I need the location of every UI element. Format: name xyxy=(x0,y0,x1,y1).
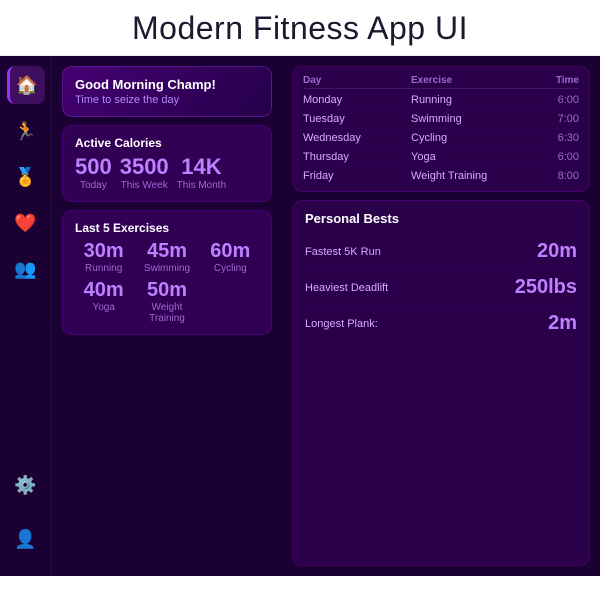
schedule-exercise-4: Yoga xyxy=(411,151,519,163)
pb-plank-label: Longest Plank: xyxy=(305,318,378,330)
app-container: 🏠 🏃 🏅 ❤️ 👥 ⚙️ 👤 Good Mo xyxy=(0,56,600,576)
exercise-swimming: 45m Swimming xyxy=(138,241,195,274)
schedule-time-4: 6:00 xyxy=(519,151,579,163)
sidebar-item-settings[interactable]: ⚙️ xyxy=(7,466,45,504)
exercises-grid: 30m Running 45m Swimming 60m Cycling 40m… xyxy=(75,241,259,324)
schedule-time-1: 6:00 xyxy=(519,94,579,106)
schedule-time-3: 6:30 xyxy=(519,132,579,144)
left-panel: Good Morning Champ! Time to seize the da… xyxy=(52,56,282,576)
calories-row: 500 Today 3500 This Week 14K This Month xyxy=(75,156,259,191)
schedule-day-3: Wednesday xyxy=(303,132,411,144)
schedule-day-1: Monday xyxy=(303,94,411,106)
schedule-day-2: Tuesday xyxy=(303,113,411,125)
calories-month: 14K This Month xyxy=(177,156,226,191)
last-exercises-card: Last 5 Exercises 30m Running 45m Swimmin… xyxy=(62,210,272,335)
exercise-weight-training-name: WeightTraining xyxy=(138,302,195,324)
exercise-swimming-name: Swimming xyxy=(138,263,195,274)
pb-plank-value: 2m xyxy=(548,312,577,335)
schedule-card: Day Exercise Time Monday Running 6:00 Tu… xyxy=(292,66,590,192)
exercise-cycling-time: 60m xyxy=(202,241,259,261)
heart-icon: ❤️ xyxy=(14,213,36,234)
activity-icon: 🏃 xyxy=(14,121,36,142)
schedule-time-2: 7:00 xyxy=(519,113,579,125)
calories-today: 500 Today xyxy=(75,156,112,191)
greeting-subtitle: Time to seize the day xyxy=(75,94,259,106)
personal-bests-card: Personal Bests Fastest 5K Run 20m Heavie… xyxy=(292,200,590,566)
exercise-weight-training-time: 50m xyxy=(138,280,195,300)
home-icon: 🏠 xyxy=(16,75,38,96)
exercise-cycling-name: Cycling xyxy=(202,263,259,274)
sidebar-bottom: ⚙️ 👤 xyxy=(7,466,45,566)
table-row: Friday Weight Training 8:00 xyxy=(303,167,579,185)
calories-week-label: This Week xyxy=(120,180,169,191)
schedule-day-5: Friday xyxy=(303,170,411,182)
greeting-card: Good Morning Champ! Time to seize the da… xyxy=(62,66,272,117)
schedule-header-time: Time xyxy=(519,75,579,86)
schedule-exercise-1: Running xyxy=(411,94,519,106)
exercise-running: 30m Running xyxy=(75,241,132,274)
calories-month-value: 14K xyxy=(177,156,226,178)
pb-row-plank: Longest Plank: 2m xyxy=(305,306,577,341)
pb-deadlift-label: Heaviest Deadlift xyxy=(305,282,388,294)
exercise-yoga-name: Yoga xyxy=(75,302,132,313)
exercise-cycling: 60m Cycling xyxy=(202,241,259,274)
sidebar-item-profile[interactable]: 👤 xyxy=(7,520,45,558)
schedule-time-5: 8:00 xyxy=(519,170,579,182)
calories-today-value: 500 xyxy=(75,156,112,178)
exercise-yoga: 40m Yoga xyxy=(75,280,132,324)
personal-bests-title: Personal Bests xyxy=(305,211,577,226)
sidebar-item-trophy[interactable]: 🏅 xyxy=(7,158,45,196)
page-title-bar: Modern Fitness App UI xyxy=(0,0,600,56)
schedule-exercise-5: Weight Training xyxy=(411,170,519,182)
table-row: Tuesday Swimming 7:00 xyxy=(303,110,579,129)
trophy-icon: 🏅 xyxy=(14,167,36,188)
calories-month-label: This Month xyxy=(177,180,226,191)
active-calories-card: Active Calories 500 Today 3500 This Week… xyxy=(62,125,272,202)
sidebar-item-community[interactable]: 👥 xyxy=(7,250,45,288)
greeting-title: Good Morning Champ! xyxy=(75,77,259,92)
pb-row-5k: Fastest 5K Run 20m xyxy=(305,234,577,270)
pb-5k-label: Fastest 5K Run xyxy=(305,246,381,258)
sidebar: 🏠 🏃 🏅 ❤️ 👥 ⚙️ 👤 xyxy=(0,56,52,576)
exercise-swimming-time: 45m xyxy=(138,241,195,261)
schedule-exercise-2: Swimming xyxy=(411,113,519,125)
exercise-running-name: Running xyxy=(75,263,132,274)
profile-icon: 👤 xyxy=(14,529,36,550)
right-panel: Day Exercise Time Monday Running 6:00 Tu… xyxy=(282,56,600,576)
pb-row-deadlift: Heaviest Deadlift 250lbs xyxy=(305,270,577,306)
pb-deadlift-value: 250lbs xyxy=(515,276,577,299)
table-row: Wednesday Cycling 6:30 xyxy=(303,129,579,148)
calories-today-label: Today xyxy=(75,180,112,191)
settings-icon: ⚙️ xyxy=(14,475,36,496)
page-title: Modern Fitness App UI xyxy=(0,10,600,47)
community-icon: 👥 xyxy=(14,259,36,280)
schedule-exercise-3: Cycling xyxy=(411,132,519,144)
exercise-running-time: 30m xyxy=(75,241,132,261)
last-exercises-label: Last 5 Exercises xyxy=(75,221,259,235)
pb-5k-value: 20m xyxy=(537,240,577,263)
exercise-yoga-time: 40m xyxy=(75,280,132,300)
schedule-header: Day Exercise Time xyxy=(303,73,579,89)
sidebar-item-heart[interactable]: ❤️ xyxy=(7,204,45,242)
calories-week: 3500 This Week xyxy=(120,156,169,191)
schedule-day-4: Thursday xyxy=(303,151,411,163)
sidebar-item-activity[interactable]: 🏃 xyxy=(7,112,45,150)
exercise-weight-training: 50m WeightTraining xyxy=(138,280,195,324)
schedule-header-day: Day xyxy=(303,75,411,86)
main-content: Good Morning Champ! Time to seize the da… xyxy=(52,56,600,576)
table-row: Monday Running 6:00 xyxy=(303,91,579,110)
table-row: Thursday Yoga 6:00 xyxy=(303,148,579,167)
calories-week-value: 3500 xyxy=(120,156,169,178)
active-calories-label: Active Calories xyxy=(75,136,259,150)
sidebar-item-home[interactable]: 🏠 xyxy=(7,66,45,104)
schedule-header-exercise: Exercise xyxy=(411,75,519,86)
